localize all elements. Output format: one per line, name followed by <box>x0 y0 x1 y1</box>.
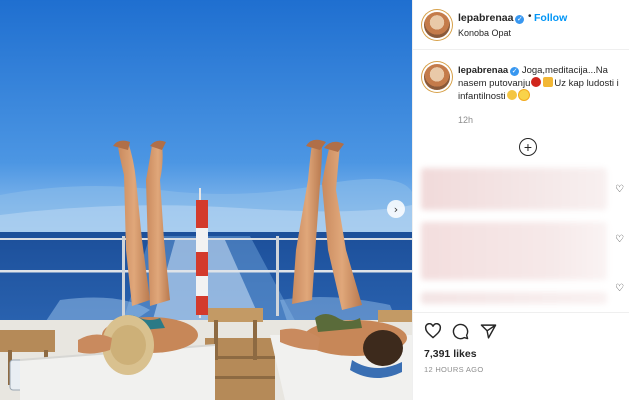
comment-blurred <box>421 168 607 210</box>
post-image <box>0 0 412 400</box>
comment-like-heart-icon[interactable]: ♡ <box>615 234 624 245</box>
avatar[interactable] <box>424 12 450 38</box>
caption-username[interactable]: lepabrenaa <box>458 65 508 76</box>
likes-count[interactable]: 7,391 likes <box>424 348 477 360</box>
plus-circle-icon: + <box>523 139 533 155</box>
post-photo[interactable]: › <box>0 0 412 400</box>
load-more-comments-button[interactable]: + <box>519 138 537 156</box>
smiling-face-emoji-icon <box>506 90 517 100</box>
verified-badge-icon: ✓ <box>515 15 525 24</box>
comment-blurred <box>421 292 607 304</box>
post-header: lepabrenaa ✓ • Follow Konoba Opat <box>413 0 629 50</box>
username-link[interactable]: lepabrenaa ✓ <box>458 12 525 24</box>
post-caption: lepabrenaa ✓ Joga,meditacija...Na nasem p… <box>458 64 623 103</box>
follow-button[interactable]: Follow <box>534 12 567 24</box>
carousel-next-button[interactable]: › <box>387 200 405 218</box>
location-link[interactable]: Konoba Opat <box>458 28 511 38</box>
sun-emoji-icon <box>518 90 529 100</box>
post-timestamp[interactable]: 12 HOURS AGO <box>424 365 483 374</box>
caption-avatar[interactable] <box>424 64 450 90</box>
lips-emoji-icon <box>531 77 542 87</box>
username-text[interactable]: lepabrenaa <box>458 12 513 24</box>
comment-bubble-icon[interactable] <box>452 323 469 340</box>
comment-like-heart-icon[interactable]: ♡ <box>615 283 624 294</box>
comment-like-heart-icon[interactable]: ♡ <box>615 184 624 195</box>
like-heart-icon[interactable] <box>424 323 442 339</box>
separator-dot: • <box>528 11 532 22</box>
comment-blurred <box>421 222 607 280</box>
chevron-right-icon: › <box>393 202 399 216</box>
share-paper-plane-icon[interactable] <box>480 323 497 340</box>
post-sidebar: lepabrenaa ✓ • Follow Konoba Opat lepabre… <box>412 0 629 400</box>
post-actions: 7,391 likes 12 HOURS AGO <box>413 312 629 400</box>
thumbs-up-emoji-icon <box>543 77 554 87</box>
verified-badge-icon: ✓ <box>510 67 520 76</box>
caption-time[interactable]: 12h <box>458 115 473 125</box>
